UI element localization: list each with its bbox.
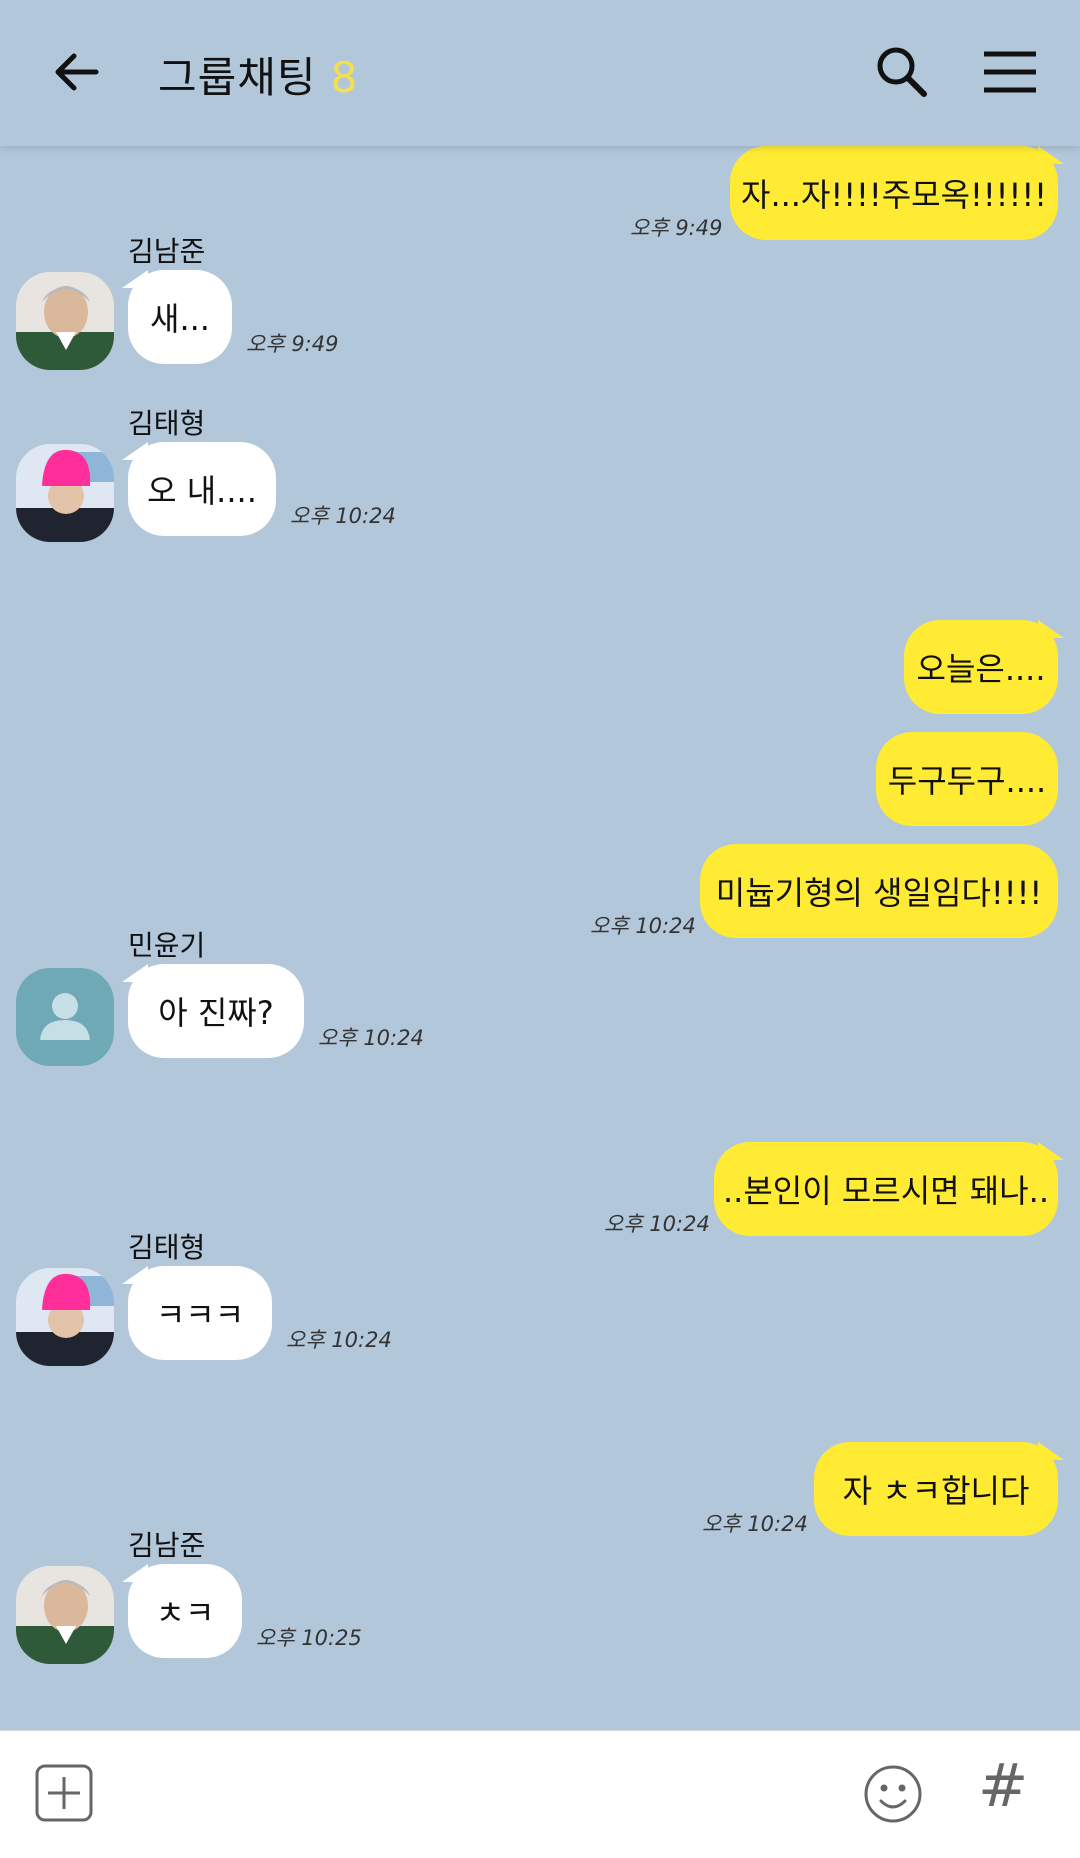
my-message-bubble[interactable]: 자...자!!!!주모옥!!!!!! [730,146,1064,240]
my-message-bubble[interactable]: ..본인이 모르시면 돼나.. [714,1142,1064,1236]
message-time: 오후 10:24 [290,504,396,528]
sender-name: 김태형 [128,407,206,440]
avatar-kim-taehyung[interactable] [16,444,114,542]
my-message-bubble[interactable]: 두구두구.... [876,732,1058,826]
message-time: 오후 10:24 [286,1328,392,1352]
message-text: 두구두구.... [887,762,1047,800]
message-text: 자...자!!!!주모옥!!!!!! [741,176,1047,214]
message-time: 오후 10:24 [702,1512,808,1536]
my-message-bubble[interactable]: 오늘은.... [904,620,1064,714]
message-time: 오후 10:24 [318,1026,424,1050]
message-input-bar: # [0,1730,1080,1858]
default-profile-icon [40,993,90,1040]
message-text: 새... [150,300,210,338]
chat-title-text: 그룹채팅 [158,53,317,102]
profile-photo-icon [16,444,114,542]
sender-name: 김남준 [128,1529,206,1562]
sender-name: 민윤기 [128,929,206,962]
avatar-kim-namjoon[interactable] [16,272,114,370]
message-time: 오후 9:49 [246,332,339,356]
sender-name: 김남준 [128,235,206,268]
message-time: 오후 10:24 [590,914,696,938]
message-text: ..본인이 모르시면 돼나.. [723,1172,1049,1210]
chat-title: 그룹채팅 8 [158,44,358,105]
plus-square-icon[interactable] [34,1763,94,1823]
other-message-bubble[interactable]: 아 진짜? [122,964,304,1058]
hash-icon[interactable]: # [978,1751,1028,1821]
message-text: 자 ㅊㅋ합니다 [842,1472,1030,1510]
message-text: ㅋㅋㅋ [155,1296,245,1334]
back-arrow-icon[interactable] [48,44,104,100]
message-text: 오 내.... [147,472,257,510]
member-count-badge: 8 [330,53,359,102]
message-text: 미늅기형의 생일임다!!!! [715,874,1043,912]
avatar-min-yoongi[interactable] [16,968,114,1066]
hamburger-menu-icon[interactable] [980,42,1040,102]
profile-photo-icon [16,1566,114,1664]
message-time: 오후 10:24 [604,1212,710,1236]
message-time: 오후 10:25 [256,1626,362,1650]
profile-photo-icon [16,1268,114,1366]
smiley-icon[interactable] [862,1763,924,1825]
other-message-bubble[interactable]: ㅋㅋㅋ [122,1266,272,1360]
search-icon[interactable] [872,42,932,102]
message-time: 오후 9:49 [630,216,723,240]
message-text: ㅊㅋ [155,1594,215,1632]
message-text: 오늘은.... [916,650,1046,688]
avatar-kim-taehyung[interactable] [16,1268,114,1366]
message-text: 아 진짜? [158,994,274,1032]
avatar-kim-namjoon[interactable] [16,1566,114,1664]
sender-name: 김태형 [128,1231,206,1264]
other-message-bubble[interactable]: 새... [122,270,232,364]
profile-photo-icon [16,272,114,370]
my-message-bubble[interactable]: 미늅기형의 생일임다!!!! [700,844,1058,938]
other-message-bubble[interactable]: ㅊㅋ [122,1564,242,1658]
chat-message-list[interactable]: 자...자!!!!주모옥!!!!!! 오후 9:49 김남준 새... 오후 9… [0,146,1080,1730]
my-message-bubble[interactable]: 자 ㅊㅋ합니다 [814,1442,1064,1536]
other-message-bubble[interactable]: 오 내.... [122,442,276,536]
chat-header: 그룹채팅 8 [0,0,1080,146]
